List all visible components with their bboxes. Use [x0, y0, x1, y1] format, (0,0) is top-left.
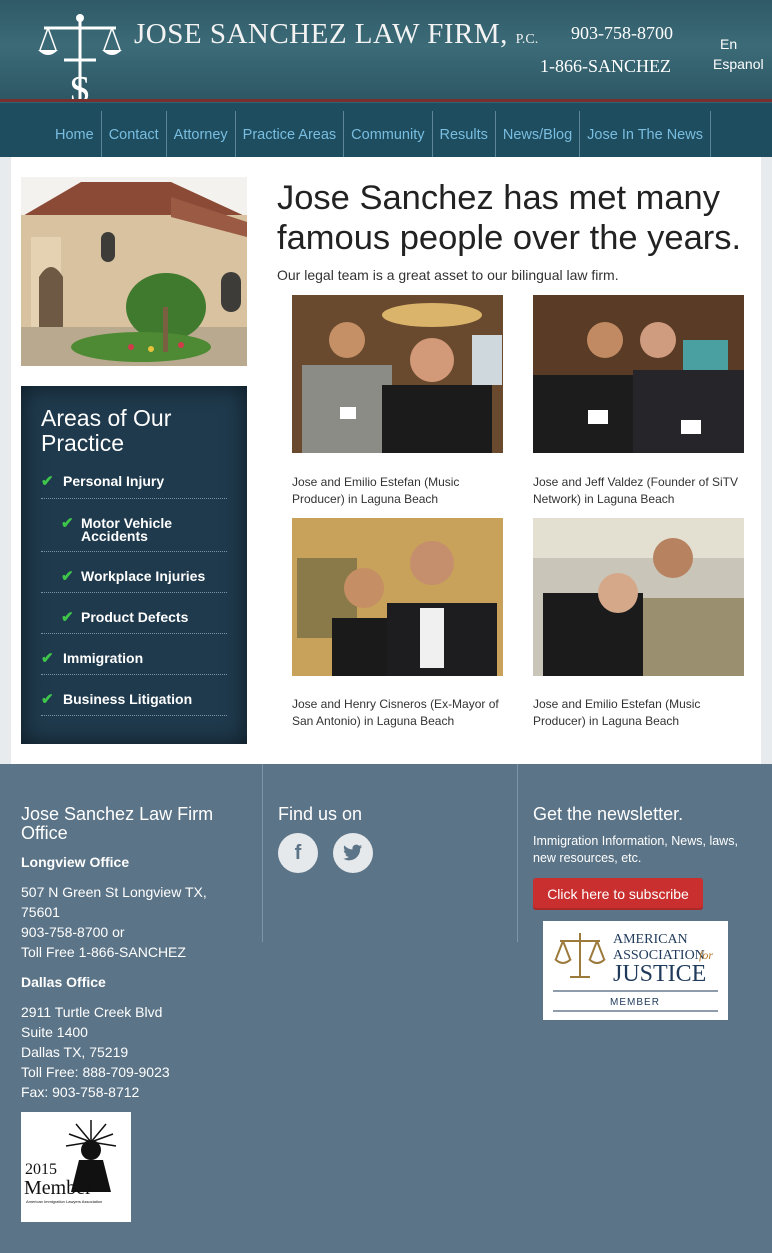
aila-member: Member	[24, 1177, 92, 1199]
photo-caption: Jose and Emilio Estefan (Music Producer)…	[292, 475, 460, 506]
practice-item-label: Immigration	[63, 650, 144, 666]
practice-item-label: Product Defects	[81, 609, 189, 625]
scales-logo-icon[interactable]: S	[34, 12, 126, 102]
dallas-tollfree[interactable]: Toll Free: 888-709-9023	[21, 1062, 170, 1082]
dallas-city: Dallas TX, 75219	[21, 1044, 129, 1060]
newsletter-title: Get the newsletter.	[533, 804, 684, 824]
practice-item-product-defects[interactable]: ✔ Product Defects	[41, 609, 227, 634]
firm-name-text: JOSE SANCHEZ LAW FIRM,	[134, 18, 508, 50]
check-icon: ✔	[41, 473, 54, 490]
aila-member-badge[interactable]: 2015 Member American Immigration Lawyers…	[21, 1112, 131, 1222]
longview-tollfree[interactable]: Toll Free 1-866-SANCHEZ	[21, 942, 186, 962]
check-icon: ✔	[61, 568, 74, 585]
photo-jose-emilio-estefan[interactable]	[292, 295, 503, 453]
nav-item-results[interactable]: Results	[431, 111, 495, 158]
aaj-member-badge[interactable]: AMERICAN ASSOCIATION for JUSTICE MEMBER	[543, 921, 728, 1020]
practice-item-immigration[interactable]: ✔ Immigration	[41, 650, 227, 675]
practice-item-workplace-injuries[interactable]: ✔ Workplace Injuries	[41, 568, 227, 593]
practice-item-label: Motor Vehicle Accidents	[81, 515, 173, 544]
longview-address-line: 507 N Green St Longview TX,	[21, 884, 207, 900]
nav-item-attorney[interactable]: Attorney	[165, 111, 235, 158]
phone-local[interactable]: 903-758-8700	[571, 23, 673, 44]
photo-jose-jeff-valdez[interactable]	[533, 295, 744, 453]
photo-jose-henry-cisneros[interactable]	[292, 518, 503, 676]
firm-suffix: P.C.	[515, 32, 539, 47]
logo-letter: S	[69, 69, 90, 102]
subscribe-button[interactable]: Click here to subscribe	[533, 878, 703, 910]
longview-zip: 75601	[21, 904, 60, 920]
nav-item-home[interactable]: Home	[48, 111, 101, 158]
office-building-image	[21, 177, 247, 366]
aila-org: American Immigration Lawyers Association	[26, 1199, 102, 1204]
office-title: Jose Sanchez Law Firm Office	[21, 804, 214, 843]
dallas-suite: Suite 1400	[21, 1024, 88, 1040]
aaj-line4: MEMBER	[610, 997, 660, 1008]
photo-caption: Jose and Henry Cisneros (Ex-Mayor of San…	[292, 697, 499, 728]
site-header: S JOSE SANCHEZ LAW FIRM, P.C. 903-758-87…	[0, 0, 772, 102]
nav-item-contact[interactable]: Contact	[100, 111, 166, 158]
main-navigation: Home Contact Attorney Practice Areas Com…	[0, 102, 772, 158]
photo-caption: Jose and Emilio Estefan (Music Producer)…	[533, 697, 701, 728]
check-icon: ✔	[61, 609, 74, 626]
page-subheadline: Our legal team is a great asset to our b…	[277, 267, 619, 283]
practice-item-label: Business Litigation	[63, 691, 193, 707]
firm-name[interactable]: JOSE SANCHEZ LAW FIRM, P.C.	[134, 18, 538, 51]
dallas-office-heading: Dallas Office	[21, 974, 106, 990]
practice-areas-panel: Areas of Our Practice ✔ Personal Injury …	[21, 386, 247, 744]
facebook-glyph: f	[294, 841, 302, 864]
practice-item-label: Personal Injury	[63, 473, 165, 489]
dallas-address-line: 2911 Turtle Creek Blvd	[21, 1004, 163, 1020]
page-headline: Jose Sanchez has met many famous people …	[277, 179, 742, 257]
phone-tollfree[interactable]: 1-866-SANCHEZ	[540, 56, 671, 77]
photo-caption: Jose and Jeff Valdez (Founder of SiTV Ne…	[533, 475, 739, 506]
longview-phone[interactable]: 903-758-8700 or	[21, 922, 125, 942]
nav-item-community[interactable]: Community	[343, 111, 431, 158]
language-spanish-link[interactable]: Espanol	[713, 56, 764, 72]
twitter-bird-icon	[343, 844, 363, 861]
aaj-line1: AMERICAN	[613, 932, 688, 947]
check-icon: ✔	[41, 691, 54, 708]
find-us-title: Find us on	[278, 804, 363, 824]
aila-year: 2015	[25, 1161, 57, 1178]
aaj-line3: JUSTICE	[613, 961, 706, 987]
newsletter-description: Immigration Information, News, laws, new…	[533, 834, 738, 865]
longview-office-heading: Longview Office	[21, 854, 130, 870]
footer-divider	[262, 764, 263, 942]
check-icon: ✔	[41, 650, 54, 667]
practice-item-motor-vehicle-accidents[interactable]: ✔ Motor Vehicle Accidents	[41, 515, 227, 552]
practice-item-personal-injury[interactable]: ✔ Personal Injury	[41, 473, 227, 499]
nav-item-news-blog[interactable]: News/Blog	[494, 111, 579, 158]
practice-item-business-litigation[interactable]: ✔ Business Litigation	[41, 691, 227, 716]
dallas-fax: Fax: 903-758-8712	[21, 1084, 140, 1100]
aaj-line2b: for	[699, 948, 713, 962]
facebook-icon[interactable]: f	[278, 833, 318, 873]
footer-divider	[517, 764, 518, 942]
check-icon: ✔	[61, 515, 74, 532]
nav-list: Home Contact Attorney Practice Areas Com…	[48, 111, 711, 158]
practice-title: Areas of Our Practice	[41, 405, 172, 456]
twitter-icon[interactable]	[333, 833, 373, 873]
nav-item-practice-areas[interactable]: Practice Areas	[234, 111, 344, 158]
nav-item-jose-in-the-news[interactable]: Jose In The News	[579, 111, 711, 158]
practice-item-label: Workplace Injuries	[81, 568, 206, 584]
language-english-link[interactable]: En	[720, 36, 737, 52]
photo-jose-emilio-estefan-2[interactable]	[533, 518, 744, 676]
